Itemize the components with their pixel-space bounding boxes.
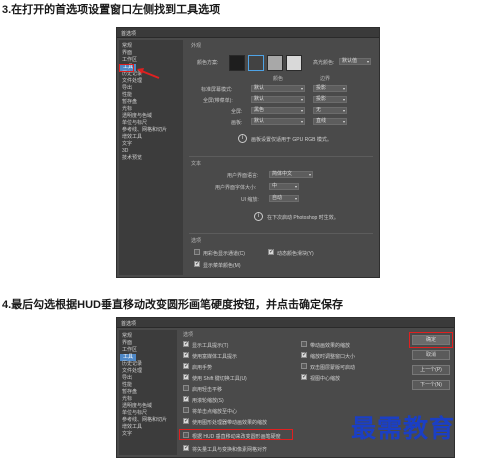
sidebar-item-cursors[interactable]: 光标 [122, 396, 132, 403]
layer-mask-label: 双击图层蒙版可启动 [310, 365, 356, 371]
gpu-animated-zoom-checkbox[interactable] [183, 417, 189, 424]
flick-panning-checkbox[interactable] [183, 385, 189, 391]
sidebar-item-transparency[interactable]: 透明度与色域 [122, 403, 152, 410]
show-tooltips-checkbox[interactable] [183, 340, 189, 347]
wheel-zoom-label: 用滚轮缩放(S) [192, 398, 224, 404]
shift-switch-checkbox[interactable] [183, 373, 189, 380]
rich-tooltips-label: 使用富媒体工具提示 [192, 354, 238, 360]
rich-tooltips-checkbox[interactable] [183, 351, 189, 358]
watermark-logo: 最需教育 [351, 414, 456, 443]
preferences-dialog-interface: 首选项 常规 界面 工作区 工具 历史记录 文件处理 导出 性能 暂存盘 光标 … [116, 27, 380, 278]
animated-zoom-checkbox[interactable] [301, 341, 307, 347]
animated-zoom-label: 带动画效果的缩放 [310, 343, 351, 349]
tools-highlight-box [119, 64, 134, 72]
sidebar-item-workspace[interactable]: 工作区 [122, 347, 137, 354]
flick-panning-label: 启用轻击平移 [192, 387, 223, 393]
step-3-instruction: 3.在打开的首选项设置窗口左侧找到工具选项 [2, 4, 221, 16]
view-center-zoom-checkbox[interactable] [301, 373, 307, 380]
zoom-center-checkbox[interactable] [183, 407, 189, 413]
layer-mask-checkbox[interactable] [301, 363, 307, 369]
step-4-instruction: 4.最后勾选根据HUD垂直移动改变圆形画笔硬度按钮，并点击确定保存 [2, 299, 344, 311]
show-tooltips-label: 显示工具提示(T) [192, 343, 229, 349]
next-button[interactable]: 下一个(N) [412, 380, 450, 390]
vector-snap-label: 将矢量工具与变换和像素网格对齐 [192, 447, 268, 453]
red-pointer-arrow [137, 68, 160, 79]
sidebar-item-history[interactable]: 历史记录 [122, 361, 142, 368]
sidebar-item-units[interactable]: 单位与标尺 [122, 410, 147, 417]
sidebar-item-file-handling[interactable]: 文件处理 [122, 368, 142, 375]
sidebar-item-performance[interactable]: 性能 [122, 382, 132, 389]
gpu-animated-zoom-label: 使用图形处理器带动画效果的缩放 [192, 420, 268, 426]
sidebar-item-general[interactable]: 常规 [122, 333, 132, 340]
sidebar-item-scratch-disks[interactable]: 暂存盘 [122, 389, 137, 396]
sidebar-item-tools[interactable]: 工具 [120, 354, 137, 361]
zoom-center-label: 将单击点缩放至中心 [192, 409, 238, 415]
hud-option-highlight-box [179, 429, 293, 440]
sidebar-item-type[interactable]: 文字 [122, 431, 132, 438]
options-group-label: 选项 [183, 332, 194, 338]
view-center-zoom-label: 视图中心缩放 [310, 376, 341, 382]
prev-button[interactable]: 上一个(P) [412, 365, 450, 375]
sidebar-item-export[interactable]: 导出 [122, 375, 132, 382]
shift-switch-label: 使用 Shift 键切换工具(U) [192, 376, 247, 382]
resize-window-checkbox[interactable] [301, 351, 307, 358]
dialog-titlebar: 首选项 [117, 318, 454, 328]
ok-highlight-box [409, 332, 453, 348]
dialog-title: 首选项 [121, 321, 137, 327]
resize-window-label: 缩放时调整窗口大小 [310, 354, 356, 360]
sidebar-item-interface[interactable]: 界面 [122, 340, 132, 347]
sidebar-item-guides[interactable]: 参考线、网格和切片 [122, 417, 167, 424]
sidebar-item-plugins[interactable]: 增效工具 [122, 424, 142, 431]
gestures-checkbox[interactable] [183, 362, 189, 369]
wheel-zoom-checkbox[interactable] [183, 395, 189, 402]
cancel-button[interactable]: 取消 [412, 350, 450, 360]
gestures-label: 启用手势 [192, 365, 213, 371]
preferences-sidebar: 常规 界面 工作区 工具 历史记录 文件处理 导出 性能 暂存盘 光标 透明度与… [119, 330, 177, 455]
vector-snap-checkbox[interactable] [183, 444, 189, 451]
